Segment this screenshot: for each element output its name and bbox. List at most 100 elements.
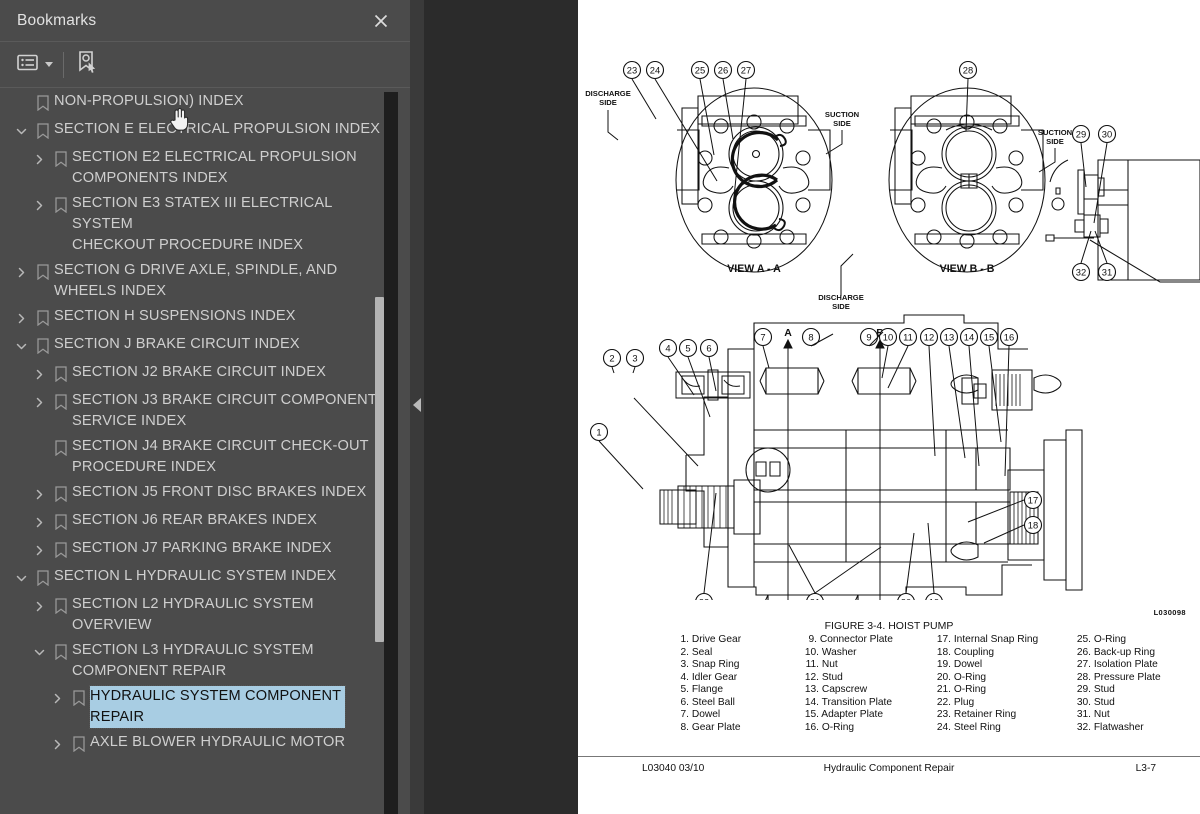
chevron-right-icon[interactable]: [10, 306, 32, 330]
part-name: Stud: [1091, 684, 1115, 696]
bookmarks-tree[interactable]: NON-PROPULSION) INDEX SECTION E ELECTRICA…: [0, 89, 410, 814]
chevron-down-icon[interactable]: [10, 119, 32, 143]
part-number: 8.: [680, 721, 690, 733]
chevron-down-icon[interactable]: [10, 334, 32, 358]
chevron-right-icon[interactable]: [46, 732, 68, 756]
chevron-right-icon[interactable]: [28, 482, 50, 506]
twisty-placeholder: [10, 91, 32, 115]
part-list-item: 13. Capscrew: [802, 684, 934, 697]
svg-text:VIEW A - A: VIEW A - A: [727, 263, 781, 275]
svg-text:SIDE: SIDE: [833, 119, 851, 128]
bookmark-item-label: SECTION J2 BRAKE CIRCUIT INDEX: [72, 364, 326, 380]
part-number: 4.: [680, 671, 690, 683]
chevron-right-icon[interactable]: [28, 594, 50, 618]
bookmark-options-button[interactable]: [17, 50, 53, 80]
part-number: 10.: [804, 646, 819, 658]
part-list-item: 23. Retainer Ring: [934, 709, 1074, 722]
bookmark-item[interactable]: SECTION J BRAKE CIRCUIT INDEX: [0, 332, 410, 360]
part-list-item: 11. Nut: [802, 659, 934, 672]
bookmark-item-label: NON-PROPULSION) INDEX: [54, 93, 244, 109]
part-list-item: 2. Seal: [674, 647, 802, 660]
chevron-right-icon[interactable]: [28, 510, 50, 534]
bookmark-item[interactable]: AXLE BLOWER HYDRAULIC MOTOR: [0, 730, 410, 758]
chevron-down-icon: [45, 62, 53, 67]
bookmark-item-label: SECTION L3 HYDRAULIC SYSTEM COMPONENT RE…: [72, 642, 314, 679]
collapse-left-icon[interactable]: [413, 398, 421, 412]
chevron-right-icon[interactable]: [10, 260, 32, 284]
part-number: 11.: [805, 659, 819, 671]
bookmark-item[interactable]: SECTION L2 HYDRAULIC SYSTEM OVERVIEW: [0, 592, 410, 638]
part-list-item: 21. O-Ring: [934, 684, 1074, 697]
bookmark-item[interactable]: SECTION J4 BRAKE CIRCUIT CHECK-OUT PROCE…: [0, 434, 410, 480]
bookmark-item[interactable]: SECTION H SUSPENSIONS INDEX: [0, 304, 410, 332]
bookmark-icon: [32, 91, 54, 115]
bookmark-item[interactable]: SECTION J2 BRAKE CIRCUIT INDEX: [0, 360, 410, 388]
pdf-reader-window: Bookmarks NON-PROPULSION) INDEX SECTION …: [0, 0, 1200, 814]
bookmark-item[interactable]: SECTION E ELECTRICAL PROPULSION INDEX: [0, 117, 410, 145]
part-number: 24.: [936, 721, 951, 733]
part-number: 28.: [1076, 671, 1091, 683]
chevron-right-icon[interactable]: [28, 390, 50, 414]
part-name: Snap Ring: [689, 659, 740, 671]
toolbar-separator: [63, 51, 64, 78]
part-name: Idler Gear: [689, 671, 738, 683]
close-icon[interactable]: [366, 6, 396, 36]
bookmark-item[interactable]: SECTION J3 BRAKE CIRCUIT COMPONENT SERVI…: [0, 388, 410, 434]
chevron-down-icon[interactable]: [28, 640, 50, 664]
bookmarks-scrollbar-thumb[interactable]: [375, 297, 384, 642]
part-name: Stud: [1091, 696, 1115, 708]
chevron-right-icon[interactable]: [28, 538, 50, 562]
part-name: Connector Plate: [817, 634, 893, 645]
bookmark-item[interactable]: SECTION E3 STATEX III ELECTRICAL SYSTEM …: [0, 191, 410, 258]
part-name: Transition Plate: [819, 696, 893, 708]
part-number: 27.: [1076, 659, 1091, 671]
part-list-item: 10. Washer: [802, 647, 934, 660]
bookmark-item[interactable]: SECTION E2 ELECTRICAL PROPULSION COMPONE…: [0, 145, 410, 191]
bookmark-item-label: SECTION H SUSPENSIONS INDEX: [54, 308, 296, 324]
bookmark-item-selected[interactable]: HYDRAULIC SYSTEM COMPONENT REPAIR: [0, 684, 410, 730]
bookmark-item[interactable]: SECTION G DRIVE AXLE, SPINDLE, AND WHEEL…: [0, 258, 410, 304]
footer-page-number: L3-7: [1135, 763, 1156, 774]
bookmark-icon: [50, 510, 72, 534]
part-list-item: 25. O-Ring: [1074, 634, 1186, 647]
svg-text:27: 27: [741, 65, 751, 76]
svg-text:13: 13: [944, 332, 954, 343]
svg-text:6: 6: [706, 343, 711, 354]
part-number: 17.: [936, 634, 951, 645]
chevron-down-icon[interactable]: [10, 566, 32, 590]
bookmark-item[interactable]: SECTION J7 PARKING BRAKE INDEX: [0, 536, 410, 564]
bookmark-item[interactable]: SECTION J5 FRONT DISC BRAKES INDEX: [0, 480, 410, 508]
parts-column-3: 17. Internal Snap Ring 18. Coupling 19. Do…: [934, 634, 1074, 734]
twisty-placeholder: [28, 436, 50, 460]
part-name: Nut: [1091, 709, 1110, 721]
part-number: 5.: [680, 684, 690, 696]
svg-text:14: 14: [964, 332, 974, 343]
part-number: 19.: [936, 659, 951, 671]
new-bookmark-button[interactable]: [76, 50, 98, 80]
chevron-right-icon[interactable]: [28, 193, 50, 217]
bookmark-item[interactable]: SECTION L3 HYDRAULIC SYSTEM COMPONENT RE…: [0, 638, 410, 684]
part-name: Seal: [689, 646, 713, 658]
bookmark-item[interactable]: NON-PROPULSION) INDEX: [0, 89, 410, 117]
part-list-item: 26. Back-up Ring: [1074, 647, 1186, 660]
bookmarks-panel: Bookmarks NON-PROPULSION) INDEX SECTION …: [0, 0, 410, 814]
part-number: 22.: [936, 696, 951, 708]
document-viewer[interactable]: 23 24 25 26 27 DISCHARGE SIDE SUCTION SIDE: [424, 0, 1200, 814]
svg-text:31: 31: [1102, 267, 1112, 278]
bookmarks-scrollbar-track[interactable]: [375, 92, 398, 814]
part-list-item: 1. Drive Gear: [674, 634, 802, 647]
bookmark-icon: [32, 260, 54, 284]
part-list-item: 5. Flange: [674, 684, 802, 697]
chevron-right-icon[interactable]: [28, 362, 50, 386]
part-list-item: 8. Gear Plate: [674, 722, 802, 735]
svg-text:3: 3: [632, 353, 637, 364]
bookmark-item[interactable]: SECTION J6 REAR BRAKES INDEX: [0, 508, 410, 536]
part-number: 12.: [804, 671, 819, 683]
bookmark-item[interactable]: SECTION L HYDRAULIC SYSTEM INDEX: [0, 564, 410, 592]
chevron-right-icon[interactable]: [46, 686, 68, 710]
panel-splitter[interactable]: [410, 0, 424, 814]
part-list-item: 24. Steel Ring: [934, 722, 1074, 735]
part-name: Flatwasher: [1091, 721, 1144, 733]
chevron-right-icon[interactable]: [28, 147, 50, 171]
svg-text:A: A: [784, 327, 792, 339]
